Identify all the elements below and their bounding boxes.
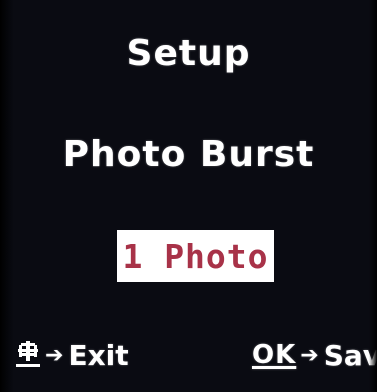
arrow-right-icon: ➔	[45, 342, 65, 368]
arrow-right-icon: ➔	[300, 342, 320, 368]
page-title: Setup	[126, 33, 251, 74]
lcd-screen: Setup Photo Burst 1 Photo ➔ Exit OK ➔ Sa…	[0, 0, 377, 392]
save-hint[interactable]: OK ➔ Save	[252, 330, 377, 380]
exit-hint[interactable]: ➔ Exit	[15, 330, 129, 380]
menu-key-icon	[15, 341, 41, 369]
setting-name: Photo Burst	[62, 134, 315, 175]
ok-key-label: OK	[252, 340, 297, 370]
save-label: Save	[323, 338, 377, 372]
setting-value: 1 Photo	[122, 236, 269, 276]
setting-value-selector[interactable]: 1 Photo	[117, 230, 274, 282]
exit-label: Exit	[68, 338, 129, 372]
footer-hints: ➔ Exit OK ➔ Save	[0, 330, 377, 380]
